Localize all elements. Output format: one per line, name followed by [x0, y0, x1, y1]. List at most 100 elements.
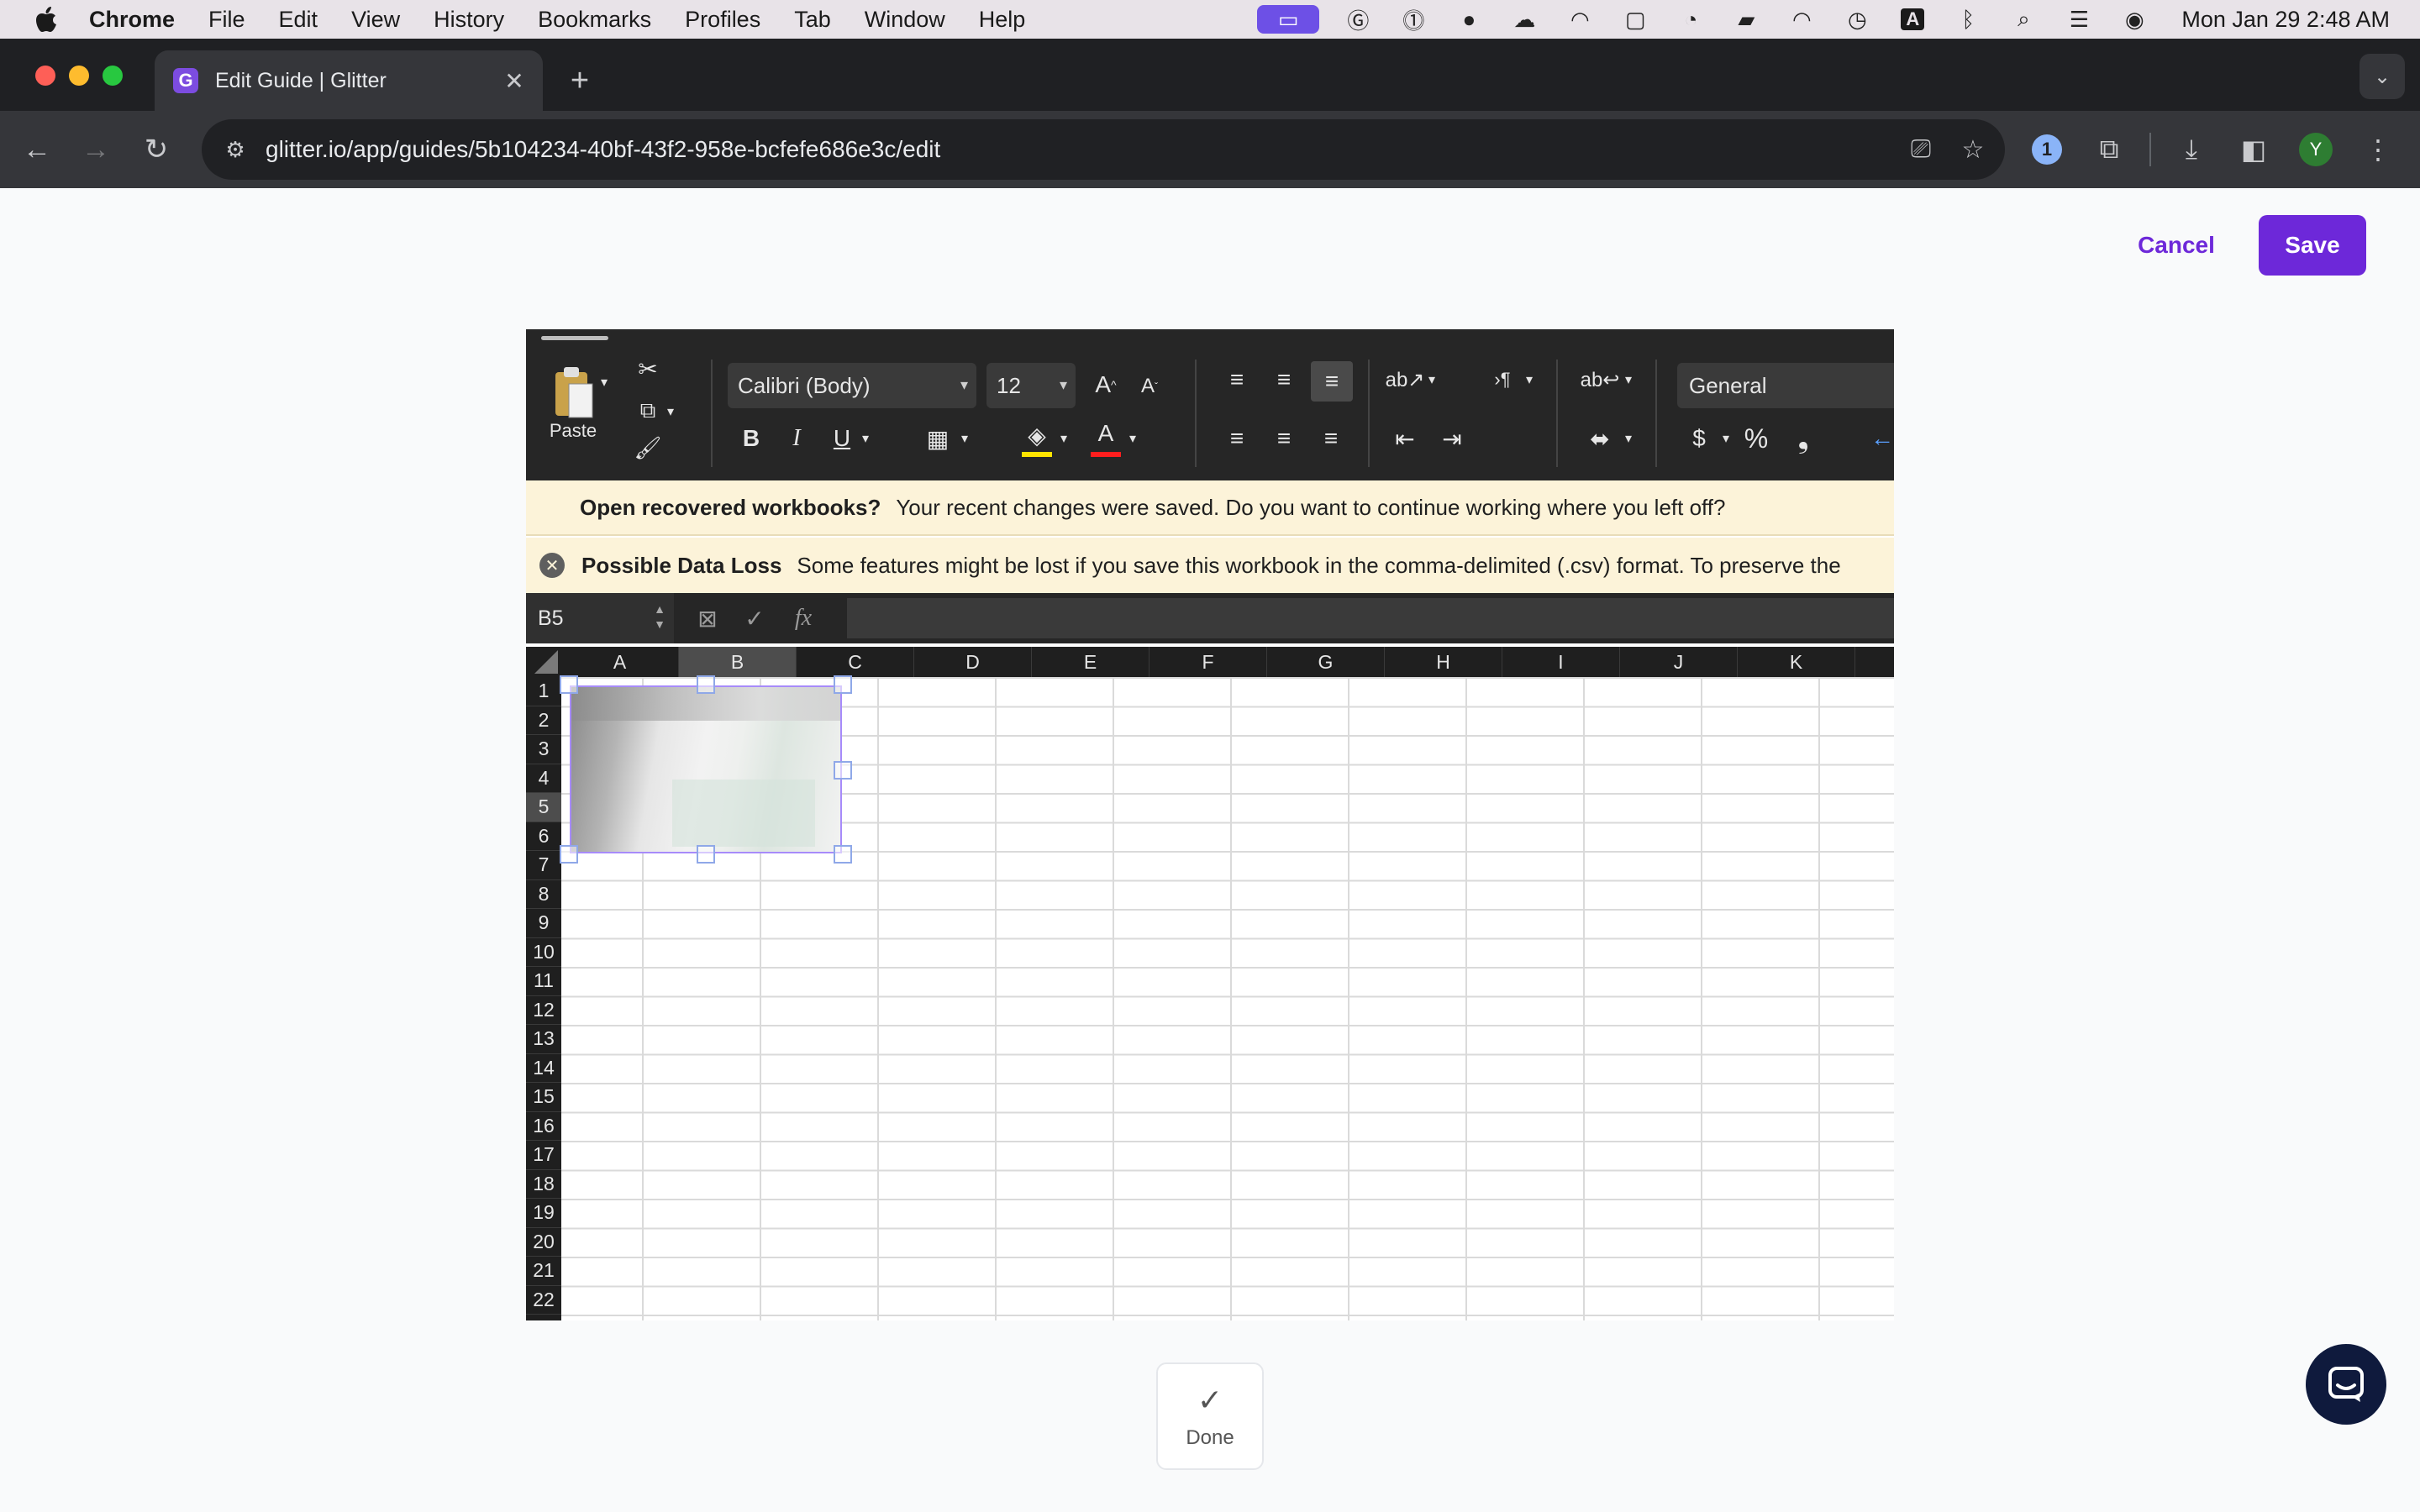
- cancel-entry-icon[interactable]: ⊠: [691, 601, 724, 635]
- cancel-button[interactable]: Cancel: [2118, 215, 2235, 276]
- row-header[interactable]: 21: [526, 1257, 561, 1286]
- resize-handle-bottom[interactable]: [697, 845, 715, 864]
- battery-icon[interactable]: ▰: [1729, 5, 1763, 34]
- close-circle-icon[interactable]: ✕: [539, 553, 565, 578]
- resize-handle-top[interactable]: [697, 675, 715, 694]
- column-header-d[interactable]: D: [914, 647, 1032, 677]
- row-header[interactable]: 3: [526, 735, 561, 764]
- row-header[interactable]: 4: [526, 764, 561, 793]
- fill-color-icon[interactable]: ◈: [1020, 418, 1054, 452]
- font-color-icon[interactable]: A: [1089, 417, 1123, 450]
- bookmark-star-icon[interactable]: ☆: [1953, 129, 1993, 170]
- address-bar[interactable]: ⚙ glitter.io/app/guides/5b104234-40bf-43…: [202, 119, 2005, 180]
- resize-handle-top-right[interactable]: [834, 675, 852, 694]
- address-url[interactable]: glitter.io/app/guides/5b104234-40bf-43f2…: [266, 136, 1901, 163]
- column-header-i[interactable]: I: [1502, 647, 1620, 677]
- weather-icon[interactable]: ☁: [1507, 5, 1541, 34]
- row-header[interactable]: 18: [526, 1170, 561, 1199]
- menu-app-name[interactable]: Chrome: [89, 7, 175, 33]
- number-format-select[interactable]: General: [1677, 363, 1894, 408]
- circle-app-icon[interactable]: ●: [1452, 5, 1486, 34]
- align-left-icon[interactable]: ≡: [1220, 422, 1254, 455]
- borders-icon[interactable]: ▦: [921, 422, 955, 455]
- insert-function-icon[interactable]: fx: [786, 601, 820, 635]
- row-header[interactable]: 12: [526, 996, 561, 1025]
- bold-icon[interactable]: B: [736, 422, 766, 455]
- save-button[interactable]: Save: [2259, 215, 2366, 276]
- font-size-select[interactable]: 12 ▾: [986, 363, 1076, 408]
- decrease-font-size-icon[interactable]: Aˇ: [1133, 370, 1166, 403]
- done-button[interactable]: ✓ Done: [1156, 1362, 1264, 1470]
- reload-icon[interactable]: ↻: [136, 129, 176, 170]
- merge-center-icon[interactable]: ⬌: [1581, 422, 1618, 455]
- menu-edit[interactable]: Edit: [279, 7, 318, 33]
- grammarly-icon[interactable]: Ⓖ: [1341, 5, 1375, 34]
- resize-handle-right[interactable]: [834, 761, 852, 780]
- resize-handle-top-left[interactable]: [560, 675, 578, 694]
- align-right-icon[interactable]: ≡: [1314, 422, 1348, 455]
- merge-dropdown-icon[interactable]: ▾: [1620, 428, 1637, 449]
- arc-icon[interactable]: ◠: [1563, 5, 1597, 34]
- increase-indent-icon[interactable]: ⇥: [1435, 422, 1469, 455]
- orientation-icon[interactable]: ab↗: [1386, 363, 1425, 396]
- name-box-stepper-icon[interactable]: ▲ ▼: [654, 601, 666, 632]
- column-header-e[interactable]: E: [1032, 647, 1150, 677]
- format-painter-icon[interactable]: 🖌: [634, 433, 662, 462]
- row-header[interactable]: 7: [526, 851, 561, 880]
- column-header-h[interactable]: H: [1385, 647, 1502, 677]
- currency-format-icon[interactable]: $: [1682, 422, 1716, 455]
- row-header[interactable]: 14: [526, 1054, 561, 1083]
- site-info-icon[interactable]: ⚙: [217, 131, 254, 168]
- bluetooth-icon[interactable]: ᛒ: [1951, 5, 1985, 34]
- menu-view[interactable]: View: [351, 7, 400, 33]
- row-header[interactable]: 9: [526, 909, 561, 938]
- menu-tab[interactable]: Tab: [794, 7, 831, 33]
- menu-bookmarks[interactable]: Bookmarks: [538, 7, 651, 33]
- increase-decimal-icon[interactable]: ←: [1870, 422, 1894, 455]
- column-header-c[interactable]: C: [797, 647, 914, 677]
- row-header[interactable]: 17: [526, 1141, 561, 1170]
- resize-handle-bottom-right[interactable]: [834, 845, 852, 864]
- row-header[interactable]: 15: [526, 1083, 561, 1112]
- install-app-icon[interactable]: ⎚: [1901, 129, 1941, 170]
- menu-clock[interactable]: Mon Jan 29 2:48 AM: [2181, 7, 2390, 33]
- text-direction-dropdown-icon[interactable]: ▾: [1521, 370, 1538, 390]
- row-header[interactable]: 20: [526, 1228, 561, 1257]
- row-header[interactable]: 16: [526, 1112, 561, 1141]
- row-header[interactable]: 8: [526, 880, 561, 909]
- underline-icon[interactable]: U: [827, 422, 857, 455]
- row-header-selected[interactable]: 5: [526, 793, 561, 822]
- wifi-icon[interactable]: ◠: [1785, 5, 1818, 34]
- fill-color-dropdown-icon[interactable]: ▾: [1055, 428, 1072, 449]
- column-header-b[interactable]: B: [679, 647, 797, 677]
- text-direction-icon[interactable]: ›¶: [1486, 363, 1519, 396]
- name-box[interactable]: B5 ▲ ▼: [526, 593, 674, 643]
- menu-file[interactable]: File: [208, 7, 245, 33]
- window-minimize-button[interactable]: [69, 66, 89, 86]
- wrap-text-dropdown-icon[interactable]: ▾: [1620, 370, 1637, 390]
- new-tab-icon[interactable]: +: [561, 62, 598, 99]
- decrease-indent-icon[interactable]: ⇤: [1388, 422, 1422, 455]
- align-top-icon[interactable]: ≡: [1220, 363, 1254, 396]
- italic-icon[interactable]: I: [781, 422, 812, 455]
- input-source-icon[interactable]: A: [1896, 5, 1929, 34]
- currency-dropdown-icon[interactable]: ▾: [1718, 428, 1734, 449]
- app-square-icon[interactable]: ▢: [1618, 5, 1652, 34]
- browser-tab-active[interactable]: G Edit Guide | Glitter ✕: [155, 50, 543, 111]
- row-header[interactable]: 22: [526, 1286, 561, 1315]
- menu-history[interactable]: History: [434, 7, 504, 33]
- window-zoom-button[interactable]: [103, 66, 123, 86]
- font-name-select[interactable]: Calibri (Body) ▾: [728, 363, 976, 408]
- paste-dropdown-icon[interactable]: ▾: [595, 373, 613, 391]
- comma-style-icon[interactable]: ❟: [1786, 422, 1820, 455]
- column-header-a[interactable]: A: [561, 647, 679, 677]
- orientation-dropdown-icon[interactable]: ▾: [1423, 370, 1440, 390]
- column-header-j[interactable]: J: [1620, 647, 1738, 677]
- increase-font-size-icon[interactable]: A ^: [1087, 366, 1124, 403]
- spotlight-icon[interactable]: ⌕: [2007, 5, 2040, 34]
- side-panel-icon[interactable]: ◧: [2232, 128, 2275, 171]
- row-header[interactable]: 6: [526, 822, 561, 851]
- menu-profiles[interactable]: Profiles: [685, 7, 760, 33]
- profile-avatar[interactable]: Y: [2294, 128, 2338, 171]
- confirm-entry-icon[interactable]: ✓: [738, 601, 771, 635]
